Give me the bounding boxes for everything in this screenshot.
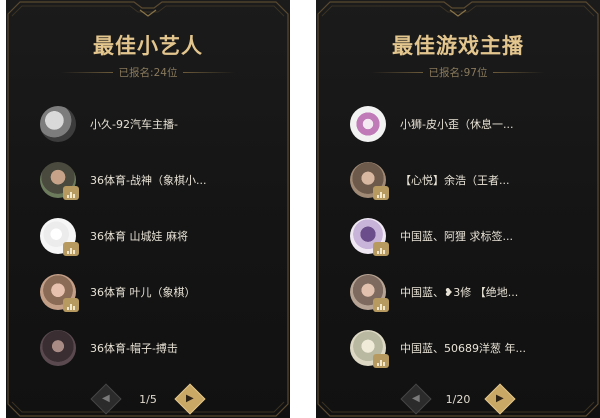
divider [183,71,236,73]
page-indicator: 1/20 [445,392,471,406]
panel-best-artist: 最佳小艺人 已报名:24位 小久-92汽车主播- 36体育-战神（象棋小... … [6,0,290,418]
divider [493,71,546,73]
list-item[interactable]: 36体育-帽子-搏击 [40,320,282,376]
avatar[interactable] [350,106,386,142]
chevron-left-icon: ◀ [412,392,420,404]
chevron-left-icon: ◀ [102,392,110,404]
pagination: ◀ 1/5 ▶ [6,383,290,415]
candidate-name[interactable]: 小狮-皮小歪（休息一... [400,116,513,132]
stats-badge-icon [63,298,79,312]
avatar[interactable] [40,218,79,256]
stats-badge-icon [373,298,389,312]
next-page-button[interactable]: ▶ [484,383,516,415]
avatar[interactable] [350,330,389,368]
stats-badge-icon [373,242,389,256]
divider [370,71,423,73]
list-item[interactable]: 36体育 叶儿（象棋） [40,264,282,320]
panel-title: 最佳游戏主播 [392,34,524,58]
stats-badge-icon [63,242,79,256]
candidate-name[interactable]: 中国蓝、50689洋葱 年... [400,340,526,356]
next-page-button[interactable]: ▶ [174,383,206,415]
prev-page-button[interactable]: ◀ [90,383,122,415]
avatar[interactable] [40,330,76,366]
avatar[interactable] [350,162,389,200]
list-item[interactable]: 【心悦】余浩（王者... [350,152,592,208]
candidate-name[interactable]: 36体育-战神（象棋小... [90,172,206,188]
page-indicator: 1/5 [139,392,157,406]
avatar[interactable] [350,218,389,256]
divider [60,71,113,73]
candidate-name[interactable]: 【心悦】余浩（王者... [400,172,510,188]
avatar[interactable] [350,274,389,312]
stats-badge-icon [373,186,389,200]
candidate-list: 小久-92汽车主播- 36体育-战神（象棋小... 36体育 山城娃 麻将 36… [40,96,282,376]
candidate-name[interactable]: 36体育 叶儿（象棋） [90,284,196,300]
panel-best-game-streamer: 最佳游戏主播 已报名:97位 小狮-皮小歪（休息一... 【心悦】余浩（王者..… [316,0,600,418]
list-item[interactable]: 36体育 山城娃 麻将 [40,208,282,264]
list-item[interactable]: 中国蓝、阿狸 求标签... [350,208,592,264]
candidate-name[interactable]: 中国蓝、阿狸 求标签... [400,228,513,244]
list-item[interactable]: 小久-92汽车主播- [40,96,282,152]
avatar[interactable] [40,162,79,200]
signup-count-row: 已报名:24位 [6,64,290,80]
prev-page-button[interactable]: ◀ [400,383,432,415]
list-item[interactable]: 中国蓝、❥3修 【绝地... [350,264,592,320]
list-item[interactable]: 小狮-皮小歪（休息一... [350,96,592,152]
candidate-name[interactable]: 小久-92汽车主播- [90,116,178,132]
stats-badge-icon [63,186,79,200]
candidate-name[interactable]: 36体育 山城娃 麻将 [90,228,188,244]
chevron-right-icon: ▶ [496,392,504,404]
signup-count: 已报名:24位 [118,66,178,79]
pagination: ◀ 1/20 ▶ [316,383,600,415]
signup-count: 已报名:97位 [428,66,488,79]
signup-count-row: 已报名:97位 [316,64,600,80]
list-item[interactable]: 中国蓝、50689洋葱 年... [350,320,592,376]
candidate-name[interactable]: 中国蓝、❥3修 【绝地... [400,284,518,300]
stats-badge-icon [373,354,389,368]
chevron-right-icon: ▶ [186,392,194,404]
panel-title: 最佳小艺人 [93,34,203,58]
avatar[interactable] [40,106,76,142]
candidate-name[interactable]: 36体育-帽子-搏击 [90,340,178,356]
list-item[interactable]: 36体育-战神（象棋小... [40,152,282,208]
avatar[interactable] [40,274,79,312]
candidate-list: 小狮-皮小歪（休息一... 【心悦】余浩（王者... 中国蓝、阿狸 求标签...… [350,96,592,376]
